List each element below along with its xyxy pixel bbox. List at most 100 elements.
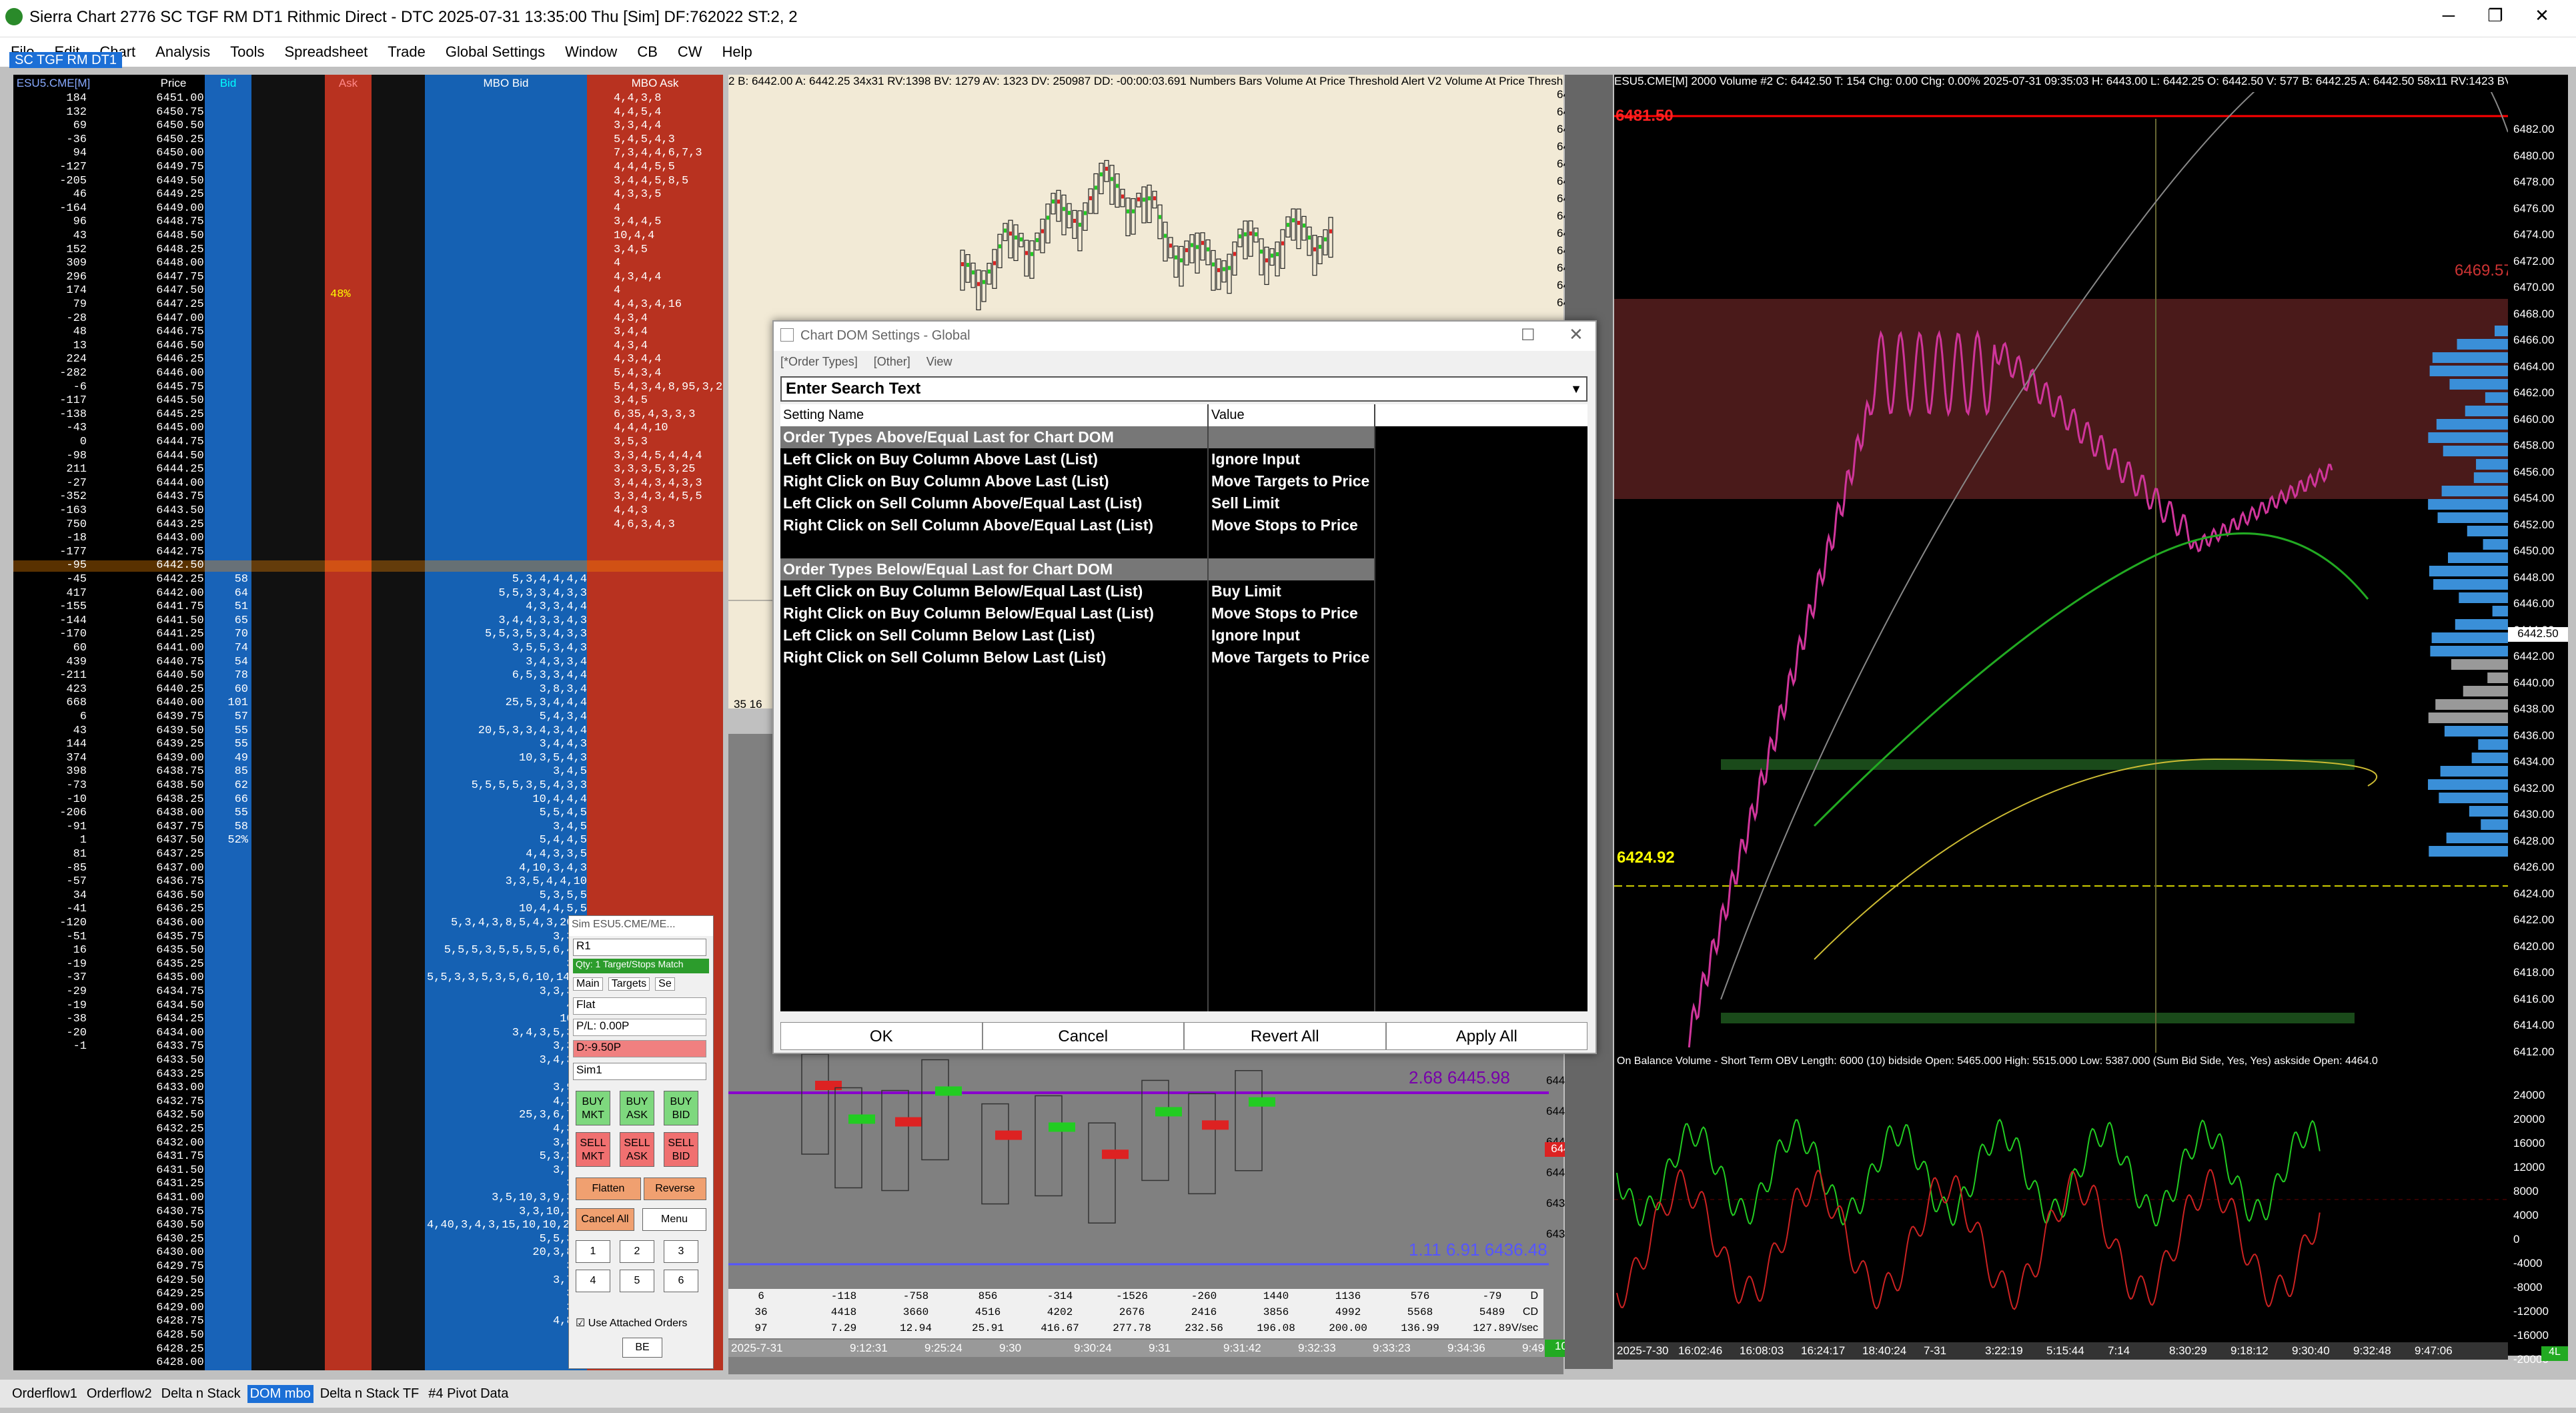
dom-bid-cell[interactable]: 78 (208, 670, 248, 682)
dom-row[interactable]: 417 6442.00 64 5,5,3,3,4,3,3 (13, 588, 723, 600)
settings-grid[interactable]: Setting Name Value Order Types Above/Equ… (780, 404, 1587, 1011)
dom-bid-cell[interactable]: 101 (208, 698, 248, 709)
setting-value[interactable]: Ignore Input (1211, 624, 1300, 646)
chartbook-tab[interactable]: Delta n Stack (159, 1385, 243, 1403)
sell-ask-button[interactable]: SELL ASK (620, 1132, 654, 1167)
dialog-maximize-icon[interactable]: ☐ (1521, 326, 1535, 345)
chartbook-tab[interactable]: Delta n Stack TF (317, 1385, 422, 1403)
dom-row[interactable]: -205 6449.50 3,4,4,5,8,5 (13, 175, 723, 187)
chartbook-tab[interactable]: DOM mbo (247, 1384, 313, 1403)
dom-bid-cell[interactable]: 62 (208, 780, 248, 792)
settings-row[interactable]: Right Click on Buy Column Below/Equal La… (780, 602, 1587, 624)
trade-tab-se[interactable]: Se (655, 977, 675, 991)
cancel-all-button[interactable]: Cancel All (576, 1208, 634, 1231)
dom-row[interactable]: 69 6450.50 3,3,4,4 (13, 120, 723, 132)
dom-row[interactable]: -27 6444.00 3,4,4,3,4,3,3 (13, 478, 723, 490)
apply-all-button[interactable]: Apply All (1385, 1022, 1587, 1050)
settings-row[interactable]: Right Click on Buy Column Above Last (Li… (780, 470, 1587, 492)
chart-dom-settings-dialog[interactable]: Chart DOM Settings - Global ☐ ✕ [*Order … (772, 320, 1597, 1054)
revert-all-button[interactable]: Revert All (1184, 1022, 1386, 1050)
dialog-menu-item[interactable]: [*Order Types] (780, 355, 858, 369)
dom-row[interactable]: -282 6446.00 5,4,3,4 (13, 368, 723, 380)
menu-trade[interactable]: Trade (388, 43, 426, 61)
use-attached-orders-checkbox[interactable]: ☑ Use Attached Orders (576, 1316, 687, 1330)
minimize-button[interactable]: ─ (2425, 5, 2472, 26)
dom-row[interactable]: -57 6436.75 3,3,5,4,4,10 (13, 876, 723, 888)
buy-market-button[interactable]: BUY MKT (576, 1091, 610, 1125)
dom-row[interactable]: 309 6448.00 4 (13, 258, 723, 270)
dom-row[interactable]: -85 6437.00 4,10,3,4,3 (13, 863, 723, 875)
dom-row[interactable]: 34 6436.50 5,3,5,5 (13, 890, 723, 902)
menu-global-settings[interactable]: Global Settings (446, 43, 545, 61)
chartbook-tab[interactable]: Orderflow2 (84, 1385, 155, 1403)
dom-row[interactable]: 0 6444.75 3,5,3 (13, 436, 723, 448)
dom-bid-cell[interactable]: 70 (208, 629, 248, 640)
dom-row[interactable]: -164 6449.00 4 (13, 203, 723, 215)
menu-button[interactable]: Menu (642, 1208, 706, 1231)
menu-spreadsheet[interactable]: Spreadsheet (284, 43, 368, 61)
setting-value[interactable]: Move Stops to Price (1211, 514, 1358, 536)
dom-row[interactable]: -73 6438.50 62 5,5,5,5,3,5,4,3,3 (13, 780, 723, 792)
dom-row[interactable]: -163 6443.50 4,4,3 (13, 505, 723, 517)
search-input[interactable]: Enter Search Text ▼ (780, 376, 1587, 402)
flatten-button[interactable]: Flatten (576, 1178, 641, 1200)
dom-row[interactable]: -45 6442.25 58 5,3,4,4,4,4 (13, 574, 723, 586)
dom-bid-cell[interactable]: 66 (208, 794, 248, 806)
qty-key-2[interactable]: 2 (620, 1240, 654, 1263)
setting-value[interactable]: Move Targets to Price (1211, 470, 1369, 492)
volume-chart[interactable]: ESU5.CME[M] 2000 Volume #2 C: 6442.50 T:… (1614, 75, 2525, 1360)
settings-row[interactable]: Right Click on Sell Column Below Last (L… (780, 646, 1587, 668)
menu-tools[interactable]: Tools (230, 43, 264, 61)
chevron-down-icon[interactable]: ▼ (1570, 378, 1582, 400)
dom-row[interactable]: 60 6441.00 74 3,5,5,3,4,3 (13, 642, 723, 654)
dom-bid-cell[interactable]: 52% (208, 835, 248, 847)
qty-key-5[interactable]: 5 (620, 1270, 654, 1292)
dom-row[interactable]: -127 6449.75 4,4,4,5,5 (13, 161, 723, 173)
dom-row[interactable]: -206 6438.00 55 5,5,4,5 (13, 807, 723, 819)
dom-row[interactable]: 94 6450.00 7,3,4,4,6,7,3 (13, 148, 723, 159)
dialog-close-icon[interactable]: ✕ (1569, 324, 1583, 345)
dom-row[interactable]: -352 6443.75 3,3,4,3,4,5,5 (13, 492, 723, 503)
dom-row[interactable]: -43 6445.00 4,4,4,10 (13, 423, 723, 434)
dom-bid-cell[interactable]: 64 (208, 588, 248, 600)
menu-window[interactable]: Window (565, 43, 617, 61)
buy-ask-button[interactable]: BUY ASK (620, 1091, 654, 1125)
setting-value[interactable]: Move Stops to Price (1211, 602, 1358, 624)
dom-row[interactable]: 439 6440.75 54 3,4,3,3,4 (13, 656, 723, 668)
dom-row[interactable]: 296 6447.75 4,3,4,4 (13, 272, 723, 284)
dom-row[interactable]: 398 6438.75 85 3,4,5 (13, 767, 723, 778)
setting-value[interactable]: Sell Limit (1211, 492, 1279, 514)
dom-row[interactable]: 46 6449.25 4,3,3,5 (13, 189, 723, 201)
dom-bid-cell[interactable]: 57 (208, 711, 248, 723)
dom-row[interactable]: 750 6443.25 4,6,3,4,3 (13, 519, 723, 531)
setting-value[interactable]: Move Targets to Price (1211, 646, 1369, 668)
dom-bid-cell[interactable]: 60 (208, 684, 248, 696)
dom-row[interactable]: -117 6445.50 3,4,5 (13, 395, 723, 407)
dom-row[interactable]: -144 6441.50 65 3,4,4,3,3,4,3 (13, 615, 723, 627)
dom-row[interactable]: 184 6451.00 4,4,3,8 (13, 93, 723, 105)
buy-bid-button[interactable]: BUY BID (664, 1091, 698, 1125)
dom-row[interactable]: 96 6448.75 3,4,4,5 (13, 217, 723, 228)
setting-value[interactable]: Buy Limit (1211, 580, 1281, 602)
menu-cb[interactable]: CB (637, 43, 658, 61)
dom-bid-cell[interactable]: 58 (208, 574, 248, 586)
dom-bid-cell[interactable]: 49 (208, 753, 248, 765)
dom-row[interactable]: -211 6440.50 78 6,5,3,3,4,4 (13, 670, 723, 682)
cancel-button[interactable]: Cancel (982, 1022, 1184, 1050)
dom-row[interactable]: 13 6446.50 4,3,4 (13, 340, 723, 352)
trade-window[interactable]: Sim ESU5.CME/ME... R1 Qty: 1 Target/Stop… (568, 915, 714, 1369)
dom-row[interactable]: 668 6440.00 101 25,5,3,4,4,4 (13, 698, 723, 709)
qty-key-6[interactable]: 6 (664, 1270, 698, 1292)
sell-market-button[interactable]: SELL MKT (576, 1132, 610, 1167)
dom-row[interactable]: 423 6440.25 60 3,8,3,4 (13, 684, 723, 696)
settings-row[interactable]: Left Click on Sell Column Above/Equal La… (780, 492, 1587, 514)
dom-row[interactable]: 211 6444.25 3,3,3,5,3,25 (13, 464, 723, 476)
dom-bid-cell[interactable]: 55 (208, 725, 248, 737)
dom-bid-cell[interactable]: 55 (208, 807, 248, 819)
breakeven-button[interactable]: BE (622, 1338, 662, 1358)
settings-row[interactable]: Left Click on Buy Column Below/Equal Las… (780, 580, 1587, 602)
settings-row[interactable]: Left Click on Buy Column Above Last (Lis… (780, 448, 1587, 470)
dom-row[interactable]: 6 6439.75 57 5,4,3,4 (13, 711, 723, 723)
trade-tab-main[interactable]: Main (573, 977, 603, 991)
dom-row[interactable]: 48 6446.75 3,4,4 (13, 326, 723, 338)
